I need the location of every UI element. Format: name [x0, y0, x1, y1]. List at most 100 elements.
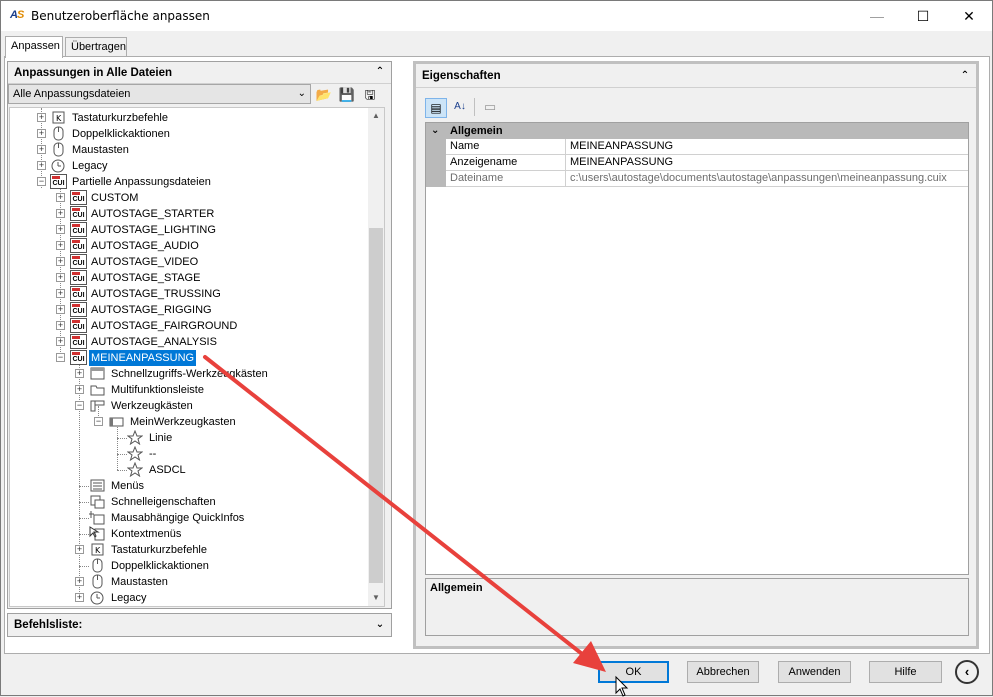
collapse-icon[interactable]: −	[94, 417, 103, 426]
categorized-view-button[interactable]: ▤	[425, 98, 447, 118]
tree-item-autostage-video[interactable]: + CUI AUTOSTAGE_VIDEO	[10, 254, 370, 270]
tree-item-autostage-audio[interactable]: + CUI AUTOSTAGE_AUDIO	[10, 238, 370, 254]
alphabetical-sort-button[interactable]: A↓	[450, 98, 470, 118]
collapse-properties-button[interactable]: ⌃	[958, 69, 972, 83]
tree-item-label: Schnellzugriffs-Werkzeugkästen	[111, 368, 268, 380]
expand-icon[interactable]: +	[75, 593, 84, 602]
expand-icon[interactable]: +	[37, 145, 46, 154]
tree-item-kontextmenues[interactable]: Kontextmenüs	[10, 526, 370, 542]
tree-item-autostage-lighting[interactable]: + CUI AUTOSTAGE_LIGHTING	[10, 222, 370, 238]
scroll-down-icon[interactable]: ▼	[368, 590, 384, 606]
property-pages-button[interactable]: ▭	[480, 98, 500, 118]
collapse-customizations-button[interactable]: ⌃	[373, 65, 387, 79]
collapse-icon[interactable]: −	[75, 401, 84, 410]
tree-item-autostage-analysis[interactable]: + CUI AUTOSTAGE_ANALYSIS	[10, 334, 370, 350]
tree-item-autostage-trussing[interactable]: + CUI AUTOSTAGE_TRUSSING	[10, 286, 370, 302]
save-as-icon[interactable]: 🖫	[361, 86, 379, 104]
minimize-button[interactable]: —	[854, 1, 900, 31]
command-list-header[interactable]: Befehlsliste:	[8, 614, 391, 636]
save-icon[interactable]: 💾	[338, 86, 356, 104]
expand-command-list-button[interactable]: ⌄	[373, 618, 387, 632]
expand-icon[interactable]: +	[56, 257, 65, 266]
open-folder-icon[interactable]: 📂	[315, 86, 333, 104]
expand-icon[interactable]: +	[56, 337, 65, 346]
property-row-anzeigename[interactable]: Anzeigename MEINEANPASSUNG	[426, 155, 968, 171]
tree-item-menues[interactable]: Menüs	[10, 478, 370, 494]
keyboard-icon: K	[50, 110, 66, 125]
property-grid[interactable]: ⌄ Allgemein Name MEINEANPASSUNG Anzeigen…	[425, 122, 969, 575]
tree-item-tastaturkurzbefehle[interactable]: + K Tastaturkurzbefehle	[10, 110, 370, 126]
cancel-button[interactable]: Abbrechen	[687, 661, 759, 683]
tree-item-linie[interactable]: Linie	[10, 429, 370, 446]
expand-icon[interactable]: +	[56, 321, 65, 330]
expand-icon[interactable]: +	[75, 577, 84, 586]
cui-file-icon: CUI	[70, 318, 87, 333]
expand-icon[interactable]: +	[75, 369, 84, 378]
customization-tree[interactable]: + K Tastaturkurzbefehle + Doppelklickakt…	[9, 107, 385, 607]
tree-item-werkzeugkaesten[interactable]: − Werkzeugkästen	[10, 398, 370, 414]
expand-icon[interactable]: +	[56, 225, 65, 234]
tree-item-meineanpassung[interactable]: − CUI MEINEANPASSUNG	[10, 350, 370, 366]
tree-line	[117, 454, 127, 455]
tree-item-asdcl[interactable]: ASDCL	[10, 461, 370, 478]
tree-item-maustasten-2[interactable]: + Maustasten	[10, 574, 370, 590]
window-title: Benutzeroberfläche anpassen	[31, 9, 210, 23]
tree-item-legacy[interactable]: + Legacy	[10, 158, 370, 174]
tree-item-label: AUTOSTAGE_AUDIO	[91, 240, 199, 252]
tree-item-autostage-fairground[interactable]: + CUI AUTOSTAGE_FAIRGROUND	[10, 318, 370, 334]
tree-item-autostage-starter[interactable]: + CUI AUTOSTAGE_STARTER	[10, 206, 370, 222]
svg-text:K: K	[95, 546, 101, 555]
scroll-up-icon[interactable]: ▲	[368, 108, 384, 124]
tab-anpassen[interactable]: Anpassen	[5, 36, 63, 58]
expand-icon[interactable]: +	[56, 209, 65, 218]
category-allgemein[interactable]: ⌄ Allgemein	[426, 123, 968, 139]
collapse-dialog-icon[interactable]: ‹	[955, 660, 979, 684]
scrollbar-thumb[interactable]	[369, 228, 383, 583]
tree-item-schnellzugriffs-werkzeugkaesten[interactable]: + Schnellzugriffs-Werkzeugkästen	[10, 366, 370, 382]
tree-item-custom[interactable]: + CUI CUSTOM	[10, 190, 370, 206]
tab-uebertragen[interactable]: Übertragen	[65, 37, 127, 57]
tree-item-maustasten[interactable]: + Maustasten	[10, 142, 370, 158]
ok-button[interactable]: OK	[598, 661, 669, 683]
tree-item-separator[interactable]: --	[10, 445, 370, 462]
expand-icon[interactable]: +	[56, 193, 65, 202]
customization-file-combo[interactable]: Alle Anpassungsdateien ⌄	[8, 84, 311, 104]
expand-icon[interactable]: +	[56, 241, 65, 250]
tree-item-mausabhaengige-quickinfos[interactable]: Mausabhängige QuickInfos	[10, 510, 370, 526]
tree-item-doppelklickaktionen[interactable]: + Doppelklickaktionen	[10, 126, 370, 142]
property-row-name[interactable]: Name MEINEANPASSUNG	[426, 139, 968, 155]
expand-icon[interactable]: +	[37, 161, 46, 170]
tree-item-multifunktionsleiste[interactable]: + Multifunktionsleiste	[10, 382, 370, 398]
property-value[interactable]: MEINEANPASSUNG	[568, 139, 673, 154]
expand-icon[interactable]: +	[75, 385, 84, 394]
context-menu-icon	[89, 526, 105, 541]
tree-item-partielle-anpassungsdateien[interactable]: − CUI Partielle Anpassungsdateien	[10, 174, 370, 190]
tree-item-label: Tastaturkurzbefehle	[72, 112, 168, 124]
expand-icon[interactable]: +	[37, 113, 46, 122]
tree-item-legacy-2[interactable]: + Legacy	[10, 590, 370, 606]
collapse-icon[interactable]: −	[37, 177, 46, 186]
expand-icon[interactable]: +	[37, 129, 46, 138]
expand-icon[interactable]: +	[56, 305, 65, 314]
property-row-dateiname[interactable]: Dateiname c:\users\autostage\documents\a…	[426, 171, 968, 187]
property-value[interactable]: MEINEANPASSUNG	[568, 155, 673, 170]
expand-icon[interactable]: +	[56, 289, 65, 298]
tree-item-autostage-stage[interactable]: + CUI AUTOSTAGE_STAGE	[10, 270, 370, 286]
tree-item-meinwerkzeugkasten[interactable]: − MeinWerkzeugkasten	[10, 414, 370, 430]
tree-item-schnelleigenschaften[interactable]: Schnelleigenschaften	[10, 494, 370, 510]
expand-icon[interactable]: +	[75, 545, 84, 554]
tree-scrollbar[interactable]: ▲ ▼	[368, 108, 384, 606]
close-button[interactable]: ✕	[946, 1, 992, 31]
cui-file-icon: CUI	[70, 334, 87, 349]
tree-item-tastaturkurzbefehle-2[interactable]: + K Tastaturkurzbefehle	[10, 542, 370, 558]
command-list-pane: Befehlsliste: ⌄	[7, 613, 392, 637]
tree-item-autostage-rigging[interactable]: + CUI AUTOSTAGE_RIGGING	[10, 302, 370, 318]
apply-button[interactable]: Anwenden	[778, 661, 851, 683]
help-button[interactable]: Hilfe	[869, 661, 942, 683]
chevron-down-icon[interactable]: ⌄	[431, 123, 439, 139]
expand-icon[interactable]: +	[56, 273, 65, 282]
maximize-button[interactable]: ☐	[900, 1, 946, 31]
collapse-icon[interactable]: −	[56, 353, 65, 362]
tree-item-doppelklickaktionen-2[interactable]: Doppelklickaktionen	[10, 558, 370, 574]
tree-item-label: Linie	[149, 432, 173, 444]
